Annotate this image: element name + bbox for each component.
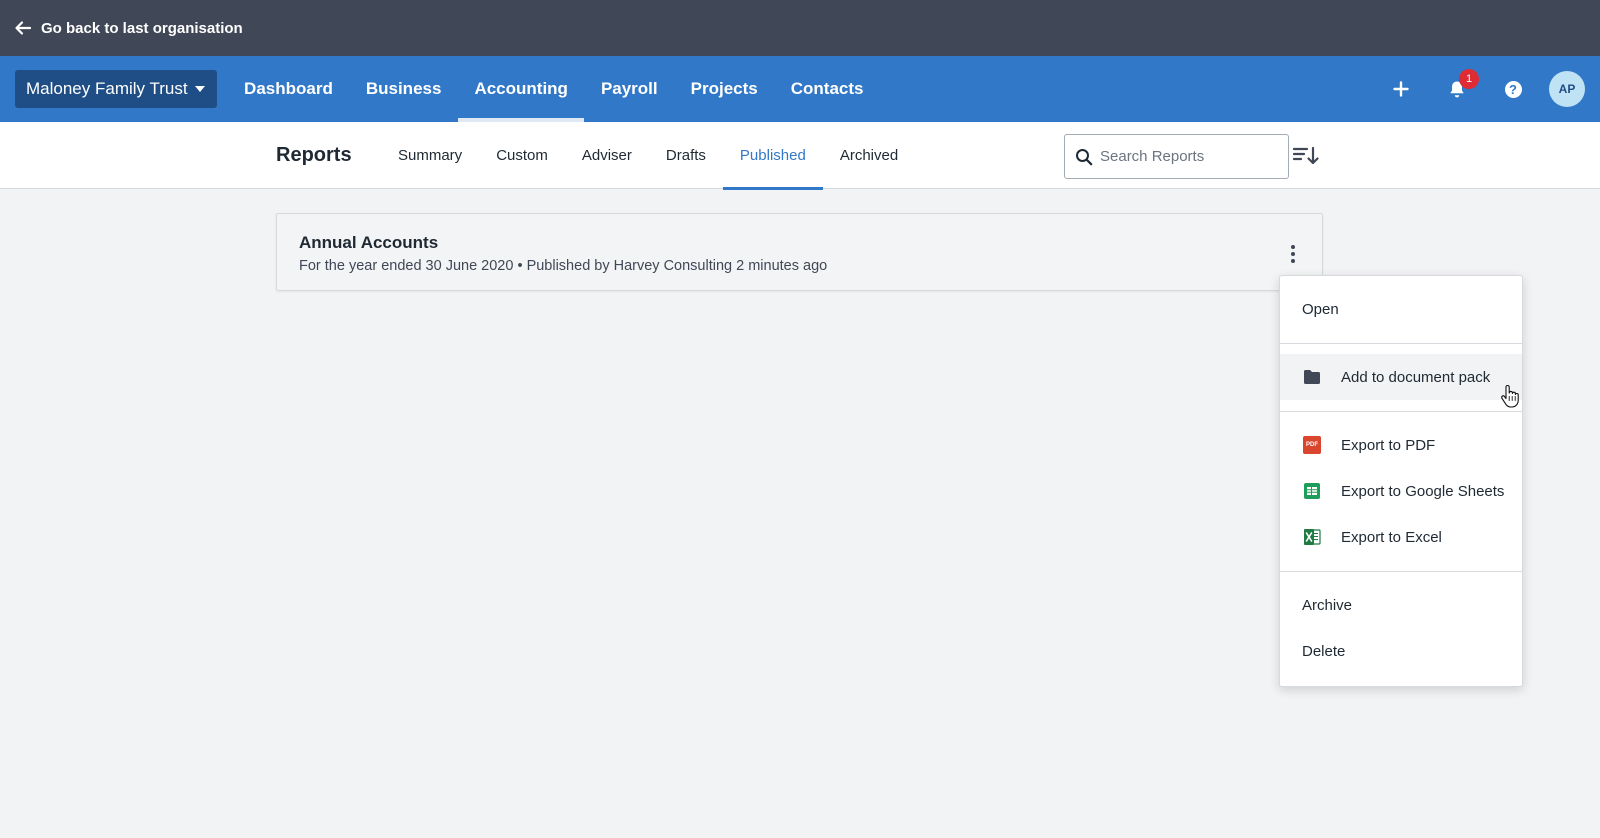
- nav-item-contacts[interactable]: Contacts: [774, 56, 880, 122]
- menu-item-export-pdf[interactable]: PDF Export to PDF: [1280, 422, 1522, 468]
- menu-item-delete[interactable]: Delete: [1280, 628, 1522, 674]
- menu-item-add-to-document-pack[interactable]: Add to document pack: [1280, 354, 1522, 400]
- tab-archived[interactable]: Archived: [823, 122, 915, 189]
- back-link[interactable]: Go back to last organisation: [41, 20, 243, 37]
- menu-item-label: Add to document pack: [1341, 368, 1491, 386]
- menu-item-label: Export to PDF: [1341, 436, 1436, 454]
- folder-icon: [1302, 367, 1322, 387]
- tab-summary[interactable]: Summary: [381, 122, 479, 189]
- hand-cursor-icon: [1501, 384, 1519, 408]
- menu-divider: [1280, 411, 1522, 412]
- google-sheets-icon: [1302, 481, 1322, 501]
- more-options-button[interactable]: [1283, 242, 1303, 266]
- tab-adviser[interactable]: Adviser: [565, 122, 649, 189]
- menu-item-export-excel[interactable]: Export to Excel: [1280, 514, 1522, 560]
- user-avatar[interactable]: AP: [1549, 71, 1585, 107]
- sort-icon: [1293, 146, 1319, 165]
- back-bar[interactable]: Go back to last organisation: [0, 0, 1600, 56]
- search-icon: [1076, 148, 1093, 165]
- pdf-icon-label: PDF: [1303, 436, 1321, 454]
- notifications-button[interactable]: 1: [1443, 69, 1479, 103]
- nav-item-business[interactable]: Business: [349, 56, 458, 122]
- report-title[interactable]: Annual Accounts: [299, 233, 438, 253]
- menu-item-label: Archive: [1302, 596, 1353, 614]
- nav-item-dashboard[interactable]: Dashboard: [228, 56, 350, 122]
- plus-icon: [1393, 81, 1409, 97]
- nav-items: Dashboard Business Accounting Payroll Pr…: [228, 56, 880, 122]
- tab-custom[interactable]: Custom: [479, 122, 565, 189]
- menu-divider: [1280, 343, 1522, 344]
- kebab-icon: [1291, 245, 1295, 249]
- menu-item-export-google-sheets[interactable]: Export to Google Sheets: [1280, 468, 1522, 514]
- arrow-left-icon: [14, 19, 32, 37]
- reports-subnav: Reports Summary Custom Adviser Drafts Pu…: [0, 122, 1600, 190]
- menu-item-open[interactable]: Open: [1280, 286, 1522, 332]
- menu-item-label: Open: [1302, 300, 1339, 318]
- nav-actions: 1 ? AP: [1359, 56, 1585, 122]
- tab-published[interactable]: Published: [722, 122, 823, 190]
- tab-drafts[interactable]: Drafts: [649, 122, 723, 189]
- report-actions-menu: Open Add to document pack PDF Export to …: [1279, 275, 1523, 687]
- help-button[interactable]: ?: [1499, 75, 1527, 103]
- excel-icon: [1302, 527, 1322, 547]
- nav-item-accounting[interactable]: Accounting: [457, 56, 585, 122]
- menu-item-archive[interactable]: Archive: [1280, 582, 1522, 628]
- search-box: [1064, 134, 1289, 179]
- nav-item-payroll[interactable]: Payroll: [584, 56, 674, 122]
- sort-button[interactable]: [1292, 142, 1320, 170]
- main-nav: Maloney Family Trust Dashboard Business …: [0, 56, 1600, 122]
- reports-tabs: Summary Custom Adviser Drafts Published …: [381, 122, 915, 190]
- add-button[interactable]: [1387, 75, 1415, 103]
- org-name: Maloney Family Trust: [26, 79, 188, 98]
- menu-item-label: Export to Google Sheets: [1341, 482, 1505, 500]
- report-card[interactable]: Annual Accounts For the year ended 30 Ju…: [276, 213, 1323, 291]
- pdf-icon: PDF: [1302, 435, 1322, 455]
- help-icon: ?: [1504, 80, 1522, 98]
- caret-down-icon: [194, 86, 205, 92]
- org-switcher-button[interactable]: Maloney Family Trust: [15, 70, 217, 108]
- notification-badge: 1: [1459, 69, 1479, 89]
- menu-item-label: Delete: [1302, 642, 1346, 660]
- page-title: Reports: [276, 144, 352, 166]
- menu-divider: [1280, 571, 1522, 572]
- menu-item-label: Export to Excel: [1341, 528, 1442, 546]
- nav-item-projects[interactable]: Projects: [674, 56, 774, 122]
- report-meta: For the year ended 30 June 2020 • Publis…: [299, 258, 828, 274]
- search-input[interactable]: [1100, 148, 1270, 165]
